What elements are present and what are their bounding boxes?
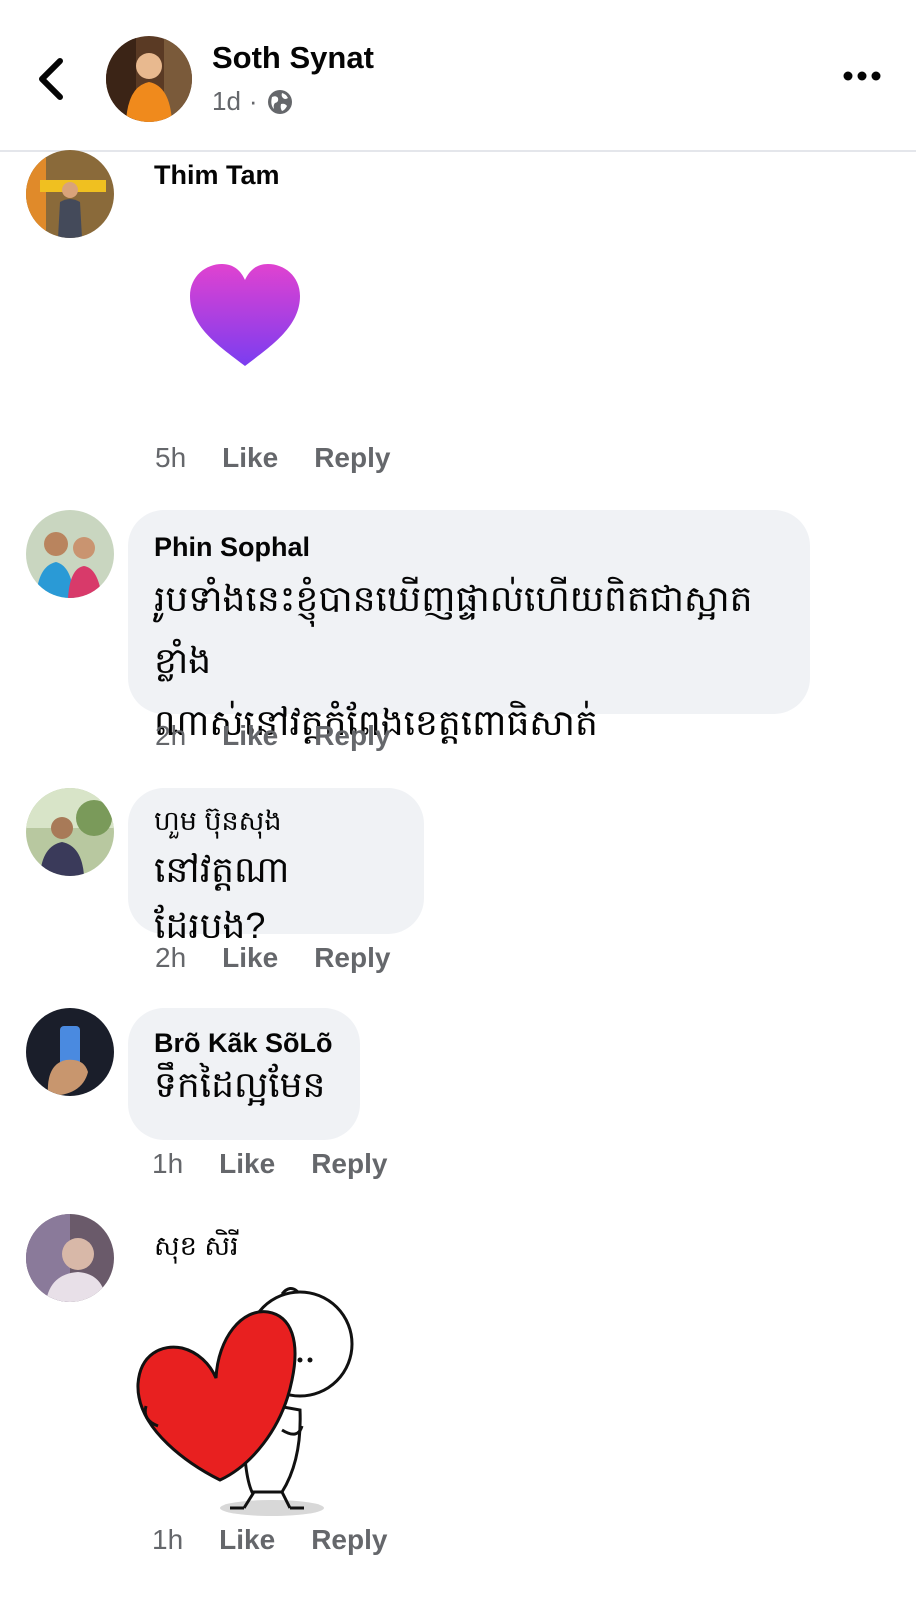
like-button[interactable]: Like (222, 942, 278, 974)
post-age[interactable]: 1d (212, 86, 241, 117)
comment-text-line: នៅវត្តណាដែរបង? (154, 849, 290, 946)
comment-author[interactable]: ហួម ប៊ុនសុង (154, 804, 398, 838)
comment-text: នៅវត្តណាដែរបង? (154, 842, 398, 954)
comment-author[interactable]: Thim Tam (154, 160, 280, 191)
reply-button[interactable]: Reply (311, 1524, 387, 1556)
poster-avatar[interactable] (106, 36, 192, 122)
reply-button[interactable]: Reply (314, 942, 390, 974)
reply-button[interactable]: Reply (314, 720, 390, 752)
back-arrow-icon[interactable] (34, 56, 70, 102)
post-meta: 1d · (212, 86, 294, 117)
comment-time[interactable]: 1h (152, 1524, 183, 1556)
reply-button[interactable]: Reply (314, 442, 390, 474)
post-header: Soth Synat 1d · (0, 0, 916, 152)
comment-time[interactable]: 2h (155, 720, 186, 752)
comment-actions: 1h Like Reply (152, 1148, 387, 1180)
reply-button[interactable]: Reply (311, 1148, 387, 1180)
poster-name[interactable]: Soth Synat (212, 40, 374, 76)
comments-page: Soth Synat 1d · Thim Tam 5h Like Reply P… (0, 0, 916, 1600)
commenter-avatar[interactable] (26, 1214, 114, 1302)
comment-bubble[interactable]: Phin Sophal រូបទាំងនេះខ្ញុំបានឃើញផ្ទាល់ហ… (128, 510, 810, 743)
like-button[interactable]: Like (222, 720, 278, 752)
like-button[interactable]: Like (219, 1524, 275, 1556)
more-options-icon[interactable] (842, 66, 882, 86)
comment-author[interactable]: សុខ សិរី (154, 1230, 239, 1269)
like-button[interactable]: Like (222, 442, 278, 474)
comment-author[interactable]: Phin Sophal (154, 530, 784, 564)
hugging-heart-sticker (136, 1287, 354, 1516)
commenter-avatar[interactable] (26, 150, 114, 238)
commenter-avatar[interactable] (26, 788, 114, 876)
commenter-avatar[interactable] (26, 510, 114, 598)
comment-bubble[interactable]: ហួម ប៊ុនសុង នៅវត្តណាដែរបង? (128, 788, 424, 946)
globe-icon (267, 89, 292, 114)
comment-text-line: ទឹកដៃល្អមែន (154, 1064, 326, 1105)
purple-heart-sticker (190, 264, 300, 366)
commenter-avatar[interactable] (26, 1008, 114, 1096)
like-button[interactable]: Like (219, 1148, 275, 1180)
comment-actions: 5h Like Reply (155, 442, 390, 474)
comment-text-line: រូបទាំងនេះខ្ញុំបានឃើញផ្ទាល់ហើយពិតជាស្អាត… (154, 578, 753, 681)
comment-time[interactable]: 2h (155, 942, 186, 974)
comment-actions: 1h Like Reply (152, 1524, 387, 1556)
comment-actions: 2h Like Reply (155, 942, 390, 974)
comment-author[interactable]: Brõ Kãk SõLõ (154, 1026, 334, 1060)
comment-bubble[interactable]: Brõ Kãk SõLõ ទឹកដៃល្អមែន (128, 1008, 360, 1140)
comment-time[interactable]: 5h (155, 442, 186, 474)
meta-separator: · (248, 86, 258, 116)
comment-text: ទឹកដៃល្អមែន (154, 1060, 334, 1110)
comment-actions: 2h Like Reply (155, 720, 390, 752)
comment-time[interactable]: 1h (152, 1148, 183, 1180)
